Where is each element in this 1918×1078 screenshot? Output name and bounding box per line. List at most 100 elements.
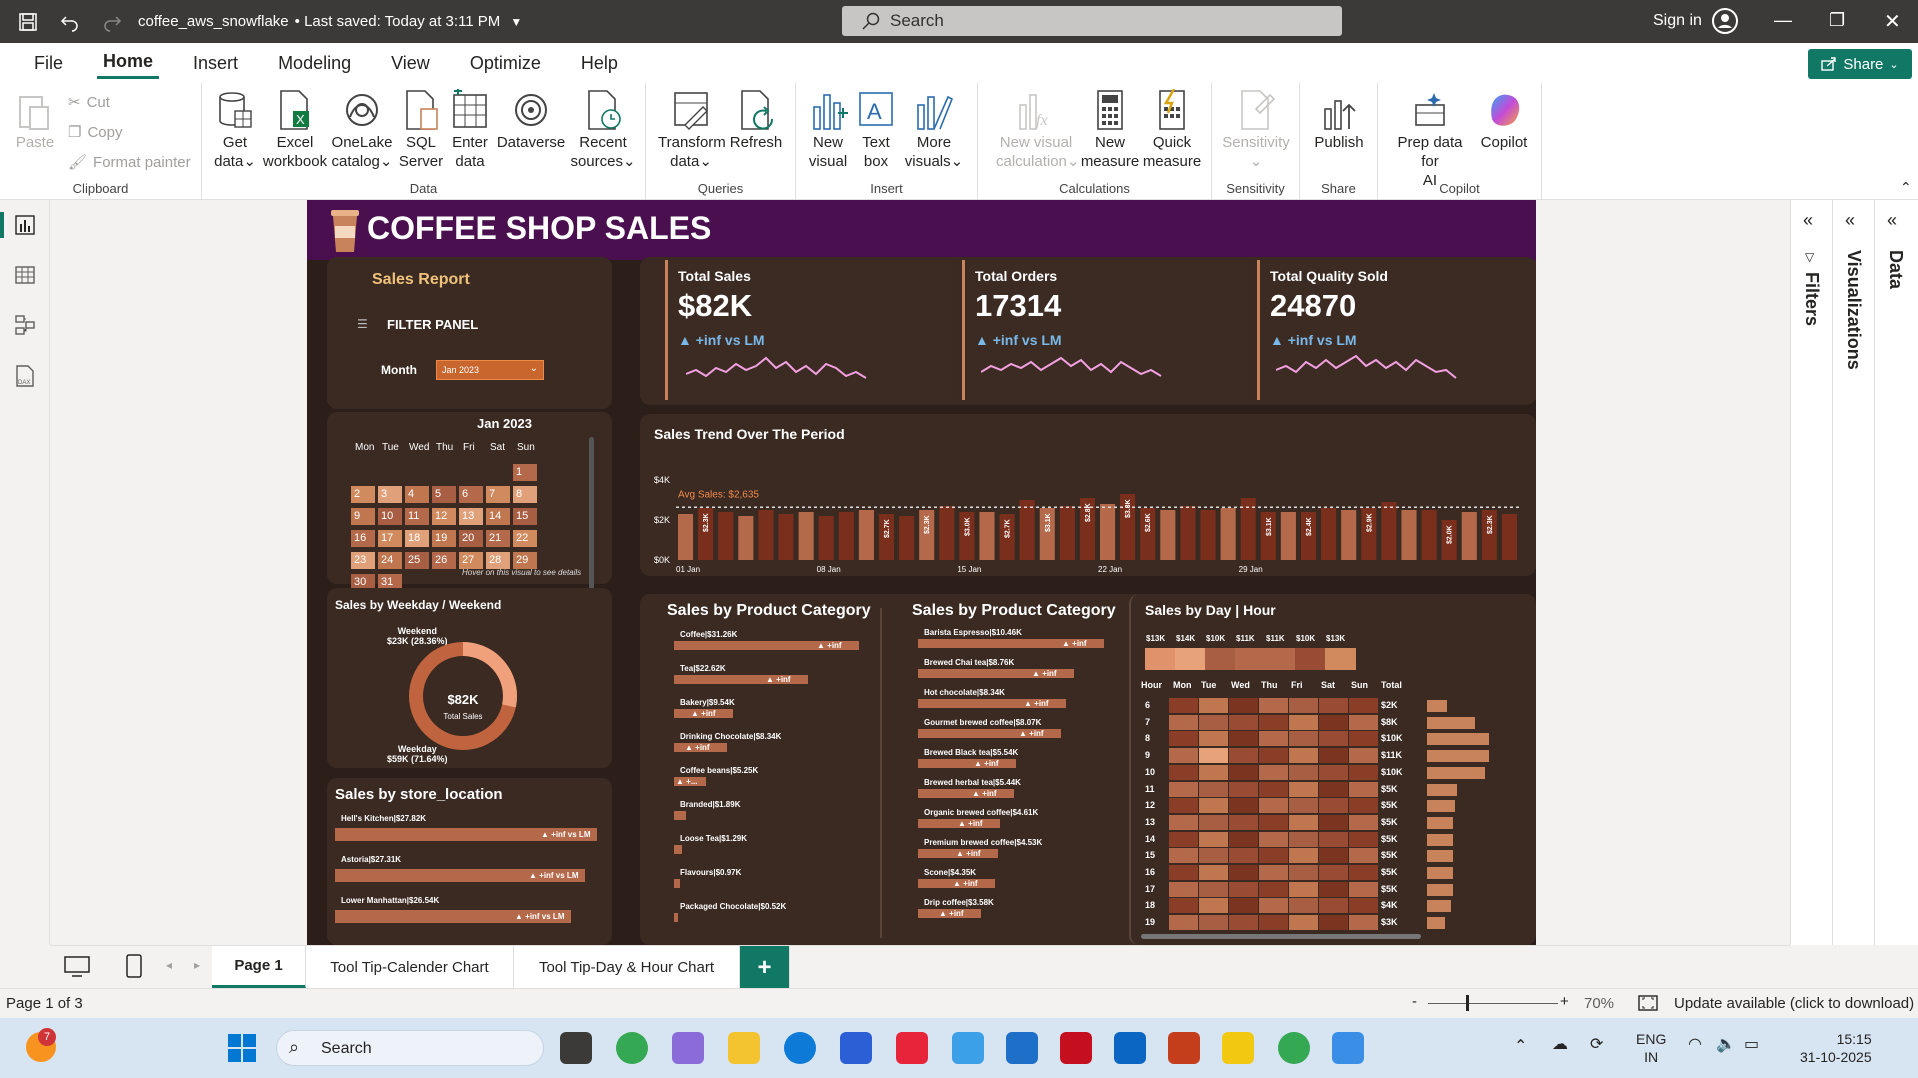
recent-sources-button[interactable]: Recent sources⌄ (568, 89, 638, 171)
windows-start-icon[interactable] (228, 1034, 256, 1065)
calendar-day[interactable]: 28 (486, 552, 510, 569)
calendar-day[interactable]: 4 (405, 486, 429, 503)
tab-help[interactable]: Help (575, 49, 624, 78)
next-page-icon[interactable]: ▸ (194, 958, 200, 972)
heatmap-cell[interactable] (1169, 915, 1198, 931)
trend-bar[interactable] (1019, 500, 1035, 560)
chevron-down-icon[interactable]: ▼ (510, 15, 522, 29)
heatmap-cell[interactable] (1229, 798, 1258, 814)
taskbar-search[interactable]: ⌕ Search (276, 1030, 544, 1066)
calendar-day[interactable]: 2 (351, 486, 375, 503)
maximize-icon[interactable]: ❐ (1829, 10, 1845, 31)
office-icon[interactable] (896, 1032, 928, 1064)
tab-insert[interactable]: Insert (187, 49, 244, 78)
trend-bar[interactable] (979, 512, 995, 560)
calendar-day[interactable]: 9 (351, 508, 375, 525)
heatmap-cell[interactable] (1319, 898, 1348, 914)
heatmap-cell[interactable] (1259, 814, 1288, 830)
calendar-day[interactable]: 20 (459, 530, 483, 547)
heatmap-cell[interactable] (1199, 714, 1228, 730)
expand-filters-icon[interactable]: « (1803, 210, 1813, 231)
clock[interactable]: 15:15 31-10-2025 (1800, 1030, 1872, 1066)
heatmap-cell[interactable] (1169, 831, 1198, 847)
heatmap-cell[interactable] (1169, 731, 1198, 747)
calendar-day[interactable]: 15 (513, 508, 537, 525)
zoom-slider[interactable] (1428, 1003, 1558, 1004)
heatmap-cell[interactable] (1169, 814, 1198, 830)
expand-data-icon[interactable]: « (1887, 210, 1897, 231)
trend-bar[interactable] (1100, 504, 1116, 560)
store-icon[interactable] (840, 1032, 872, 1064)
heatmap-cell[interactable] (1229, 881, 1258, 897)
heatmap-cell[interactable] (1229, 814, 1258, 830)
text-box-button[interactable]: A Text box (854, 89, 898, 171)
publish-button[interactable]: Publish (1310, 89, 1368, 152)
zoom-in-button[interactable]: + (1560, 993, 1569, 1010)
heatmap-cell[interactable] (1349, 898, 1378, 914)
heatmap-cell[interactable] (1349, 881, 1378, 897)
powerpoint-icon[interactable] (1168, 1032, 1200, 1064)
desktop-layout-icon[interactable] (64, 956, 90, 981)
trend-bar[interactable] (1501, 514, 1517, 560)
heatmap-cell[interactable] (1259, 848, 1288, 864)
calendar-day[interactable]: 18 (405, 530, 429, 547)
chevron-up-icon[interactable]: ⌃ (1514, 1036, 1527, 1056)
calendar-day[interactable]: 1 (513, 464, 537, 481)
copy-button[interactable]: ❐ Copy (68, 123, 122, 142)
trend-bar[interactable] (818, 516, 834, 560)
calendar-day[interactable]: 19 (432, 530, 456, 547)
calendar-day[interactable]: 17 (378, 530, 402, 547)
redo-icon[interactable] (98, 8, 126, 36)
heatmap-cell[interactable] (1199, 915, 1228, 931)
onelake-catalog-button[interactable]: OneLake catalog⌄ (330, 89, 394, 171)
heatmap-cell[interactable] (1349, 748, 1378, 764)
dataverse-button[interactable]: Dataverse (496, 89, 566, 152)
heatmap-cell[interactable] (1319, 731, 1348, 747)
calendar-day[interactable]: 13 (459, 508, 483, 525)
category-bar[interactable] (674, 879, 680, 888)
heatmap-cell[interactable] (1229, 748, 1258, 764)
trend-bar[interactable] (1321, 508, 1337, 560)
trend-bar[interactable] (1059, 506, 1075, 560)
heatmap-cell[interactable] (1229, 848, 1258, 864)
excel-workbook-button[interactable]: X Excel workbook (262, 89, 328, 171)
heatmap-cell[interactable] (1259, 781, 1288, 797)
visualizations-pane[interactable]: « Visualizations (1833, 200, 1875, 945)
heatmap-cell[interactable] (1199, 898, 1228, 914)
heatmap-cell[interactable] (1319, 915, 1348, 931)
heatmap-cell[interactable] (1319, 698, 1348, 713)
table-view-icon[interactable] (14, 264, 36, 289)
azure-data-studio-icon[interactable] (1006, 1032, 1038, 1064)
heatmap-cell[interactable] (1319, 865, 1348, 880)
chrome-icon[interactable] (616, 1032, 648, 1064)
heatmap-cell[interactable] (1199, 881, 1228, 897)
battery-icon[interactable]: ▭ (1744, 1034, 1759, 1054)
fit-page-icon[interactable] (1638, 993, 1658, 1017)
heatmap-cell[interactable] (1289, 814, 1318, 830)
heatmap-cell[interactable] (1289, 731, 1318, 747)
new-measure-button[interactable]: New measure (1080, 89, 1140, 171)
trend-bar[interactable] (1401, 510, 1417, 560)
heatmap-cell[interactable] (1289, 798, 1318, 814)
file-name[interactable]: coffee_aws_snowflake (138, 13, 289, 30)
heatmap-cell[interactable] (1319, 764, 1348, 780)
trend-bar[interactable] (758, 510, 774, 560)
filters-pane[interactable]: « ▽ Filters (1791, 200, 1833, 945)
transform-data-button[interactable]: Transform data⌄ (658, 89, 726, 171)
mcafee-icon[interactable] (1060, 1032, 1092, 1064)
heatmap-cell[interactable] (1199, 848, 1228, 864)
heatmap-cell[interactable] (1289, 865, 1318, 880)
heatmap-cell[interactable] (1349, 831, 1378, 847)
category-bar[interactable] (674, 845, 682, 854)
heatmap-cell[interactable] (1229, 865, 1258, 880)
heatmap-cell[interactable] (1349, 764, 1378, 780)
heatmap-cell[interactable] (1319, 881, 1348, 897)
heatmap-cell[interactable] (1259, 831, 1288, 847)
trend-bar[interactable] (1280, 512, 1296, 560)
heatmap-cell[interactable] (1169, 898, 1198, 914)
day-total-tile[interactable] (1175, 648, 1206, 670)
heatmap-cell[interactable] (1289, 881, 1318, 897)
heatmap-cell[interactable] (1199, 814, 1228, 830)
heatmap-cell[interactable] (1289, 748, 1318, 764)
notepad-icon[interactable] (1332, 1032, 1364, 1064)
